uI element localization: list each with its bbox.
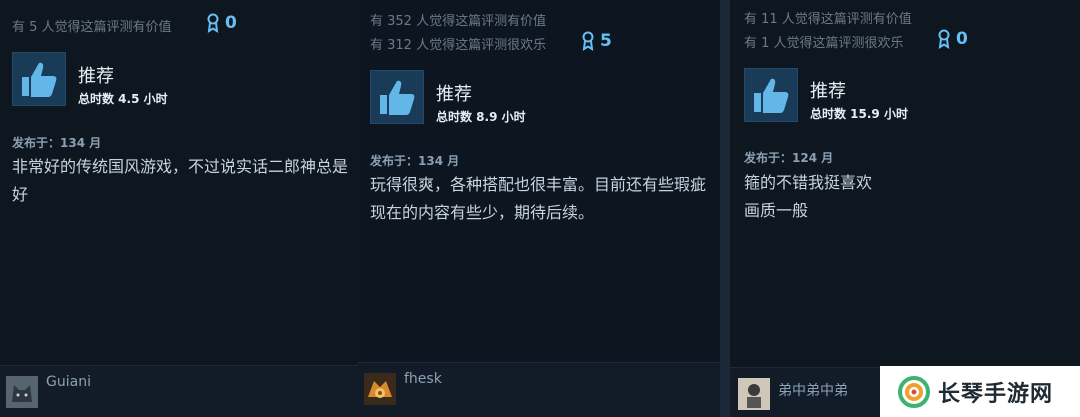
- award-ribbon-icon: [582, 31, 594, 51]
- username[interactable]: Guiani: [46, 374, 91, 390]
- review-card-3: 有 11 人觉得这篇评测有价值 有 1 人觉得这篇评测很欢乐 0 推荐 总时数 …: [730, 0, 1080, 417]
- recommend-label: 推荐: [78, 66, 114, 87]
- award-count: 0: [225, 13, 237, 33]
- watermark-text: 长琴手游网: [938, 381, 1054, 407]
- funny-count-text: 有 1 人觉得这篇评测很欢乐: [744, 36, 904, 51]
- avatar[interactable]: [6, 376, 38, 408]
- helpful-count-text: 有 352 人觉得这篇评测有价值: [370, 14, 547, 29]
- site-watermark: 长琴手游网: [880, 366, 1080, 417]
- figure-avatar-icon: [738, 378, 770, 410]
- review-text-line: 好: [12, 185, 29, 204]
- award-count: 5: [600, 31, 612, 51]
- award-button[interactable]: 5: [580, 31, 612, 51]
- site-logo-icon: [898, 375, 930, 408]
- thumbs-up-icon: [380, 80, 415, 115]
- playtime-hours: 总时数 15.9 小时: [810, 107, 908, 121]
- cat-avatar-icon: [6, 376, 38, 408]
- helpful-count-text: 有 11 人觉得这篇评测有价值: [744, 12, 912, 27]
- award-button[interactable]: 0: [936, 29, 968, 49]
- funny-count-text: 有 312 人觉得这篇评测很欢乐: [370, 38, 547, 53]
- review-card-2: 有 352 人觉得这篇评测有价值 有 312 人觉得这篇评测很欢乐 5 推荐 总…: [358, 0, 720, 417]
- warrior-avatar-icon: [364, 373, 396, 405]
- thumbs-up-box: [370, 70, 424, 124]
- posted-date: 发布于：124 月: [744, 151, 834, 165]
- recommend-label: 推荐: [436, 84, 472, 105]
- award-ribbon-icon: [938, 29, 950, 49]
- playtime-hours: 总时数 4.5 小时: [78, 92, 168, 106]
- review-card-1: 有 5 人觉得这篇评测有价值 0 推荐 总时数 4.5 小时 发布于：134 月…: [0, 0, 358, 417]
- username[interactable]: fhesk: [404, 371, 442, 387]
- award-ribbon-icon: [207, 13, 219, 33]
- review-text-line: 现在的内容有些少，期待后续。: [370, 203, 595, 222]
- recommend-label: 推荐: [810, 81, 846, 102]
- review-text-line: 非常好的传统国风游戏，不过说实话二郎神总是: [12, 157, 349, 176]
- thumbs-up-box: [12, 52, 66, 106]
- avatar[interactable]: [364, 373, 396, 405]
- review-text-line: 玩得很爽，各种搭配也很丰富。目前还有些瑕疵: [370, 175, 707, 194]
- review-text-line: 画质一般: [744, 201, 809, 220]
- review-text-line: 箍的不错我挺喜欢: [744, 173, 873, 192]
- thumbs-up-icon: [22, 62, 57, 97]
- username[interactable]: 弟中弟中弟: [778, 380, 848, 400]
- thumbs-up-icon: [754, 78, 789, 113]
- column-divider: [720, 0, 730, 417]
- review-author-footer: fhesk: [358, 362, 720, 417]
- playtime-hours: 总时数 8.9 小时: [436, 110, 526, 124]
- posted-date: 发布于：134 月: [12, 136, 102, 150]
- posted-date: 发布于：134 月: [370, 154, 460, 168]
- helpful-count-text: 有 5 人觉得这篇评测有价值: [12, 20, 172, 35]
- thumbs-up-box: [744, 68, 798, 122]
- award-button[interactable]: 0: [205, 13, 237, 33]
- award-count: 0: [956, 29, 968, 49]
- review-author-footer: Guiani: [0, 365, 358, 417]
- avatar[interactable]: [738, 378, 770, 410]
